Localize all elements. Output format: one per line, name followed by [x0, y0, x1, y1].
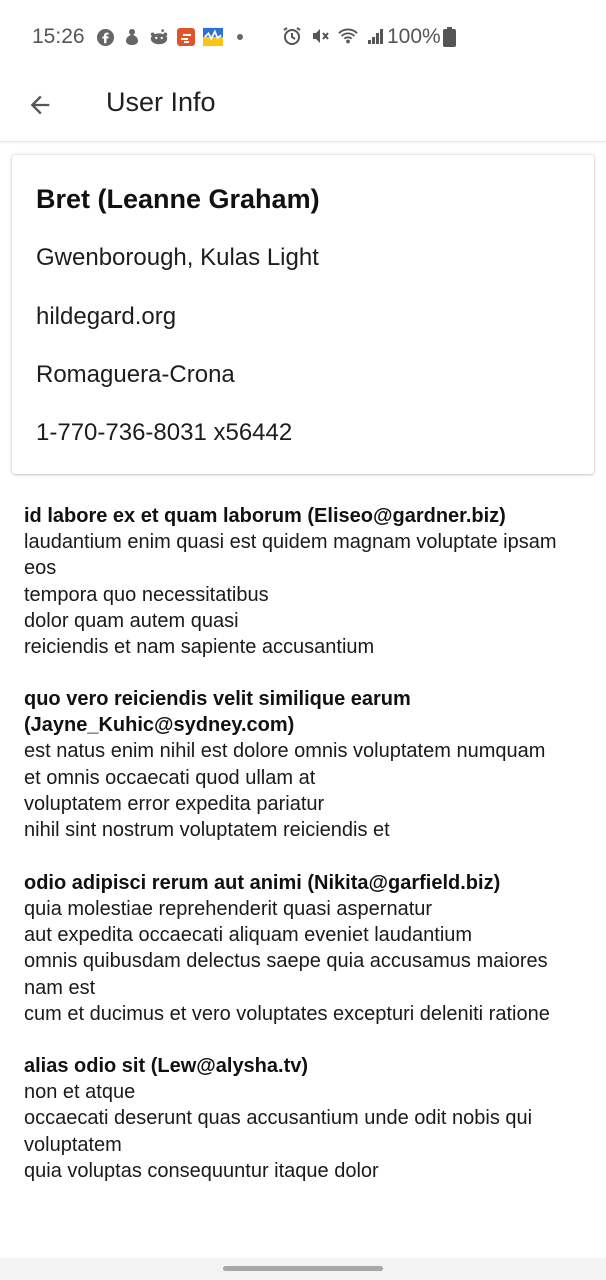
user-address: Gwenborough, Kulas Light	[36, 244, 319, 271]
post-body: quia molestiae reprehenderit quasi asper…	[24, 897, 550, 1025]
post-title: quo vero reiciendis velit similique earu…	[24, 688, 411, 737]
post-body: est natus enim nihil est dolore omnis vo…	[24, 740, 546, 842]
post-title: id labore ex et quam laborum (Eliseo@gar…	[24, 505, 506, 527]
mute-icon	[310, 26, 330, 46]
app-icon	[203, 27, 223, 47]
arrow-back-icon	[30, 95, 50, 115]
list-item: id labore ex et quam laborum (Eliseo@gar…	[24, 503, 584, 660]
page-title: User Info	[106, 87, 216, 117]
app-bar: User Info	[0, 76, 606, 142]
post-body: laudantium enim quasi est quidem magnam …	[24, 531, 557, 659]
status-time: 15:26	[32, 25, 85, 48]
user-website: hildegard.org	[36, 303, 177, 330]
user-phone: 1-770-736-8031 x56442	[36, 419, 293, 446]
user-info-card: Bret (Leanne Graham) Gwenborough, Kulas …	[12, 155, 594, 474]
user-company: Romaguera-Crona	[36, 361, 235, 388]
home-gesture-handle[interactable]	[223, 1266, 383, 1271]
system-icons	[282, 26, 386, 46]
status-bar: 15:26 100%	[0, 0, 606, 76]
battery-icon	[443, 27, 456, 52]
post-body: non et atque occaecati deserunt quas acc…	[24, 1081, 533, 1183]
signal-icon	[366, 26, 386, 46]
dot-icon	[230, 27, 250, 47]
posts-list: id labore ex et quam laborum (Eliseo@gar…	[24, 503, 584, 1210]
reddit-icon	[149, 27, 169, 47]
notification-icons	[95, 27, 250, 47]
alarm-icon	[282, 26, 302, 46]
list-item: alias odio sit (Lew@alysha.tv) non et at…	[24, 1053, 584, 1184]
navigation-bar	[0, 1258, 606, 1280]
list-item: quo vero reiciendis velit similique earu…	[24, 686, 584, 843]
battery-level: 100%	[387, 25, 441, 48]
app-icon	[122, 27, 142, 47]
app-icon	[176, 27, 196, 47]
facebook-icon	[95, 27, 115, 47]
post-title: odio adipisci rerum aut animi (Nikita@ga…	[24, 871, 501, 894]
back-button[interactable]	[20, 85, 60, 125]
user-name: Bret (Leanne Graham)	[36, 184, 320, 214]
post-title: alias odio sit (Lew@alysha.tv)	[24, 1055, 309, 1078]
list-item: odio adipisci rerum aut animi (Nikita@ga…	[24, 870, 584, 1027]
wifi-icon	[338, 26, 358, 46]
